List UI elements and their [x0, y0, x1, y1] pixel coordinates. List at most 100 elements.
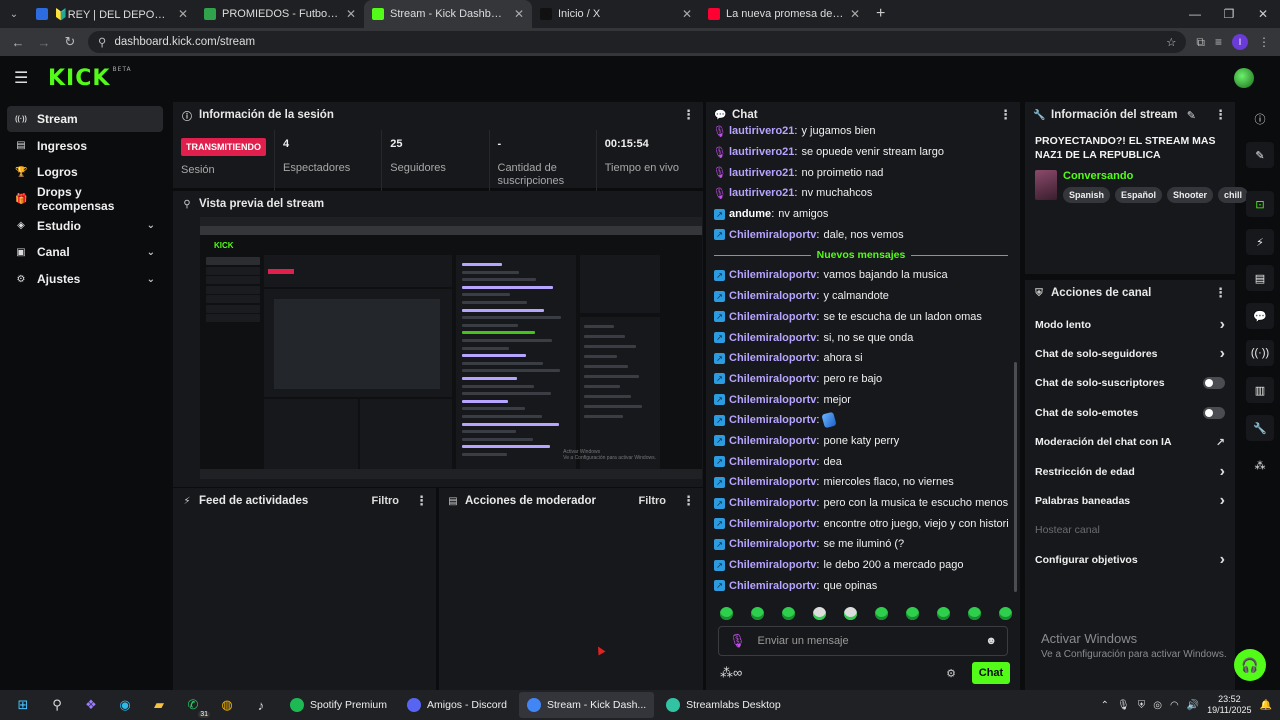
taskbar-app[interactable]: Streamlabs Desktop — [658, 692, 789, 718]
profile-avatar[interactable]: I — [1232, 34, 1248, 50]
chat-username[interactable]: Chilemiraloportv — [729, 435, 816, 447]
chat-username[interactable]: Chilemiraloportv — [729, 518, 816, 530]
sidebar-item-canal[interactable]: ▣ Canal ⌄ — [7, 239, 163, 265]
browser-tab[interactable]: La nueva promesa del Barça no ✕ — [700, 0, 868, 28]
chat-settings-icon[interactable]: ⚙ — [946, 667, 956, 680]
sidebar-item-ingresos[interactable]: ▤ Ingresos — [7, 133, 163, 159]
channel-actions-menu-icon[interactable]: ⋮ — [1214, 285, 1227, 301]
copilot-icon[interactable]: ❖ — [80, 694, 102, 716]
browser-tab[interactable]: Inicio / X ✕ — [532, 0, 700, 28]
emote-icon[interactable] — [906, 607, 919, 620]
close-window-icon[interactable]: ✕ — [1246, 0, 1280, 28]
channel-action-item[interactable]: Moderación del chat con IA ↗ — [1025, 428, 1235, 457]
browser-tab[interactable]: PROMIEDOS - Futbol Argentino ✕ — [196, 0, 364, 28]
chat-username[interactable]: Chilemiraloportv — [729, 559, 816, 571]
browser-tab[interactable]: 🔰REY | DEL DEPORTE | 🏆 ✕ — [28, 0, 196, 28]
browser-tab[interactable]: Stream - Kick Dashboard ✕ — [364, 0, 532, 28]
channel-action-item[interactable]: Modo lento › — [1025, 310, 1235, 339]
chat-username[interactable]: Chilemiraloportv — [729, 290, 816, 302]
chat-username[interactable]: lautirivero21 — [729, 146, 794, 158]
tab-search-icon[interactable]: ⌄ — [0, 0, 28, 28]
mod-menu-icon[interactable]: ⋮ — [682, 493, 695, 509]
chat-username[interactable]: Chilemiraloportv — [729, 332, 816, 344]
chat-username[interactable]: lautirivero21 — [729, 125, 794, 137]
clock[interactable]: 23:52 19/11/2025 — [1207, 694, 1251, 716]
chat-username[interactable]: Chilemiraloportv — [729, 456, 816, 468]
minimize-icon[interactable]: — — [1178, 0, 1212, 28]
channel-action-item[interactable]: Restricción de edad › — [1025, 457, 1235, 486]
chat-username[interactable]: lautirivero21 — [729, 187, 794, 199]
steam-icon[interactable]: ◎ — [1153, 700, 1162, 711]
edit-icon[interactable]: ✎ — [1187, 109, 1196, 122]
chat-username[interactable]: Chilemiraloportv — [729, 269, 816, 281]
channel-action-item[interactable]: Chat de solo-seguidores › — [1025, 339, 1235, 368]
taskbar-app[interactable]: Stream - Kick Dash... — [518, 692, 655, 718]
bookmark-star-icon[interactable]: ☆ — [1166, 35, 1176, 49]
points-icon[interactable]: ⁂ — [1246, 452, 1274, 478]
notifications-icon[interactable]: 🔔 — [1260, 700, 1272, 711]
chat-username[interactable]: Chilemiraloportv — [729, 538, 816, 550]
volume-icon[interactable]: 🔊 — [1187, 700, 1199, 711]
back-icon[interactable]: ← — [10, 35, 26, 50]
channel-action-item[interactable]: Chat de solo-suscriptores — [1025, 369, 1235, 398]
edge-icon[interactable]: ◉ — [114, 694, 136, 716]
sidebar-item-estudio[interactable]: ◈ Estudio ⌄ — [7, 213, 163, 239]
tab-close-icon[interactable]: ✕ — [178, 7, 188, 21]
whatsapp-icon[interactable]: ✆ 31 — [182, 694, 210, 718]
send-chat-button[interactable]: Chat — [972, 662, 1010, 684]
tray-chevron-icon[interactable]: ⌃ — [1101, 700, 1109, 711]
emoji-picker-icon[interactable]: ☻ — [985, 635, 997, 647]
emote-icon[interactable] — [937, 607, 950, 620]
chat-username[interactable]: Chilemiraloportv — [729, 476, 816, 488]
defender-icon[interactable]: ⛨ — [1138, 700, 1146, 711]
layout-icon[interactable]: ▥ — [1246, 377, 1274, 403]
wifi-icon[interactable]: ◠ — [1170, 700, 1179, 711]
info-icon[interactable]: ⓘ — [1246, 106, 1274, 132]
chat-message-input[interactable]: 🎙 Enviar un mensaje ☻ — [718, 626, 1008, 656]
chat-username[interactable]: Chilemiraloportv — [729, 414, 816, 426]
emote-icon[interactable] — [720, 607, 733, 620]
url-field[interactable]: ⚲ dashboard.kick.com/stream ☆ — [88, 31, 1187, 53]
kick-logo[interactable]: KICK BETA — [48, 66, 132, 91]
search-icon[interactable]: ⚲ — [46, 694, 68, 716]
emote-icon[interactable] — [844, 607, 857, 620]
reload-icon[interactable]: ↻ — [62, 34, 78, 50]
forward-icon[interactable]: → — [36, 35, 52, 50]
chat-username[interactable]: Chilemiraloportv — [729, 373, 816, 385]
mic-icon[interactable]: 🎙 — [1117, 700, 1130, 711]
emote-icon[interactable] — [999, 607, 1012, 620]
extensions-icon[interactable]: ⧉ — [1196, 35, 1205, 50]
hamburger-menu-icon[interactable]: ☰ — [14, 68, 34, 88]
chat-username[interactable]: andume — [729, 208, 771, 220]
chat-username[interactable]: Chilemiraloportv — [729, 580, 816, 591]
sidebar-item-drops[interactable]: 🎁 Drops y recompensas — [7, 185, 163, 213]
taskbar-app[interactable]: Spotify Premium — [282, 692, 395, 718]
sidebar-item-ajustes[interactable]: ⚙ Ajustes ⌄ — [7, 266, 163, 292]
tab-close-icon[interactable]: ✕ — [514, 7, 524, 21]
stream-preview-video[interactable]: KICK Activar Windows Ve a Configuración p… — [200, 217, 702, 479]
emote-icon[interactable] — [875, 607, 888, 620]
session-menu-icon[interactable]: ⋮ — [682, 107, 695, 123]
tiktok-icon[interactable]: ♪ — [250, 694, 272, 716]
lightning-icon[interactable]: ⚡ — [1246, 229, 1274, 255]
toggle-switch[interactable] — [1203, 406, 1225, 419]
stream-info-menu-icon[interactable]: ⋮ — [1214, 107, 1227, 123]
pencil-icon[interactable]: ✎ — [1246, 142, 1274, 168]
chat-icon[interactable]: 💬 — [1246, 303, 1274, 329]
wrench-icon[interactable]: 🔧 — [1246, 415, 1274, 441]
media-control-icon[interactable]: ≡ — [1215, 35, 1222, 49]
activity-filter-button[interactable]: Filtro — [372, 495, 400, 507]
tab-close-icon[interactable]: ✕ — [346, 7, 356, 21]
user-avatar[interactable] — [1234, 68, 1254, 88]
chrome-icon[interactable]: ◍ — [216, 694, 238, 716]
sidebar-item-logros[interactable]: 🏆 Logros — [7, 159, 163, 185]
channel-action-item[interactable]: Configurar objetivos › — [1025, 545, 1235, 574]
tab-close-icon[interactable]: ✕ — [682, 7, 692, 21]
stream-tag[interactable]: Español — [1115, 187, 1163, 203]
taskbar-app[interactable]: Amigos - Discord — [399, 692, 515, 718]
chat-username[interactable]: Chilemiraloportv — [729, 497, 816, 509]
sidebar-item-stream[interactable]: ((·)) Stream — [7, 106, 163, 132]
document-icon[interactable]: ▤ — [1246, 265, 1274, 291]
new-tab-button[interactable]: + — [868, 5, 893, 23]
chat-username[interactable]: Chilemiraloportv — [729, 311, 816, 323]
